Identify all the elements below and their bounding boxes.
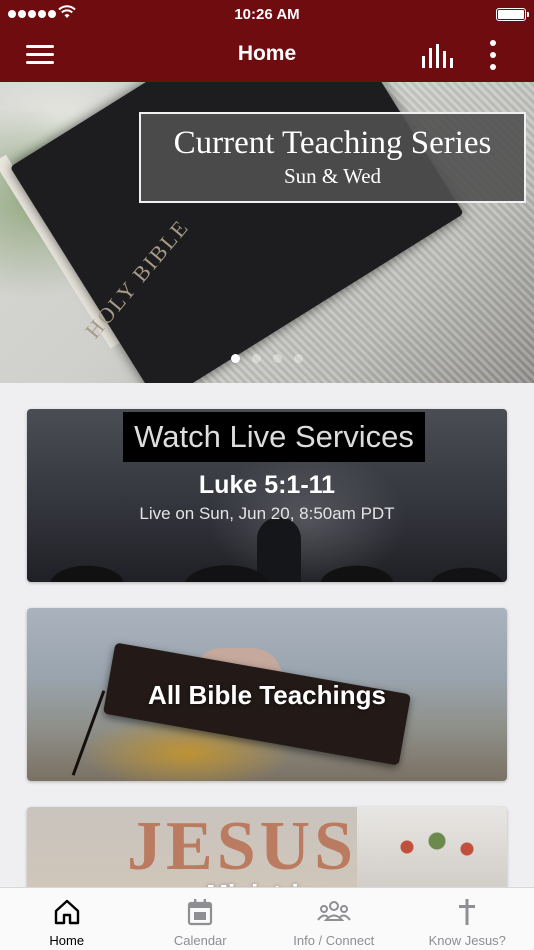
- tab-know-jesus-label: Know Jesus?: [428, 933, 506, 948]
- nav-bar: Home: [0, 28, 534, 82]
- jesus-sign-image: JESUS: [127, 808, 358, 885]
- home-content[interactable]: Watch Live Services Luke 5:1-11 Live on …: [0, 383, 534, 887]
- more-options-icon[interactable]: [480, 40, 506, 70]
- carousel-page-indicator[interactable]: [231, 354, 303, 363]
- tab-know-jesus[interactable]: Know Jesus?: [401, 888, 534, 950]
- live-passage: Luke 5:1-11: [198, 471, 336, 499]
- tab-home-label: Home: [49, 933, 85, 948]
- hero-caption: Current Teaching Series Sun & Wed: [139, 112, 526, 203]
- ministries-card[interactable]: JESUS Ministries: [27, 807, 507, 887]
- carousel-dot-1[interactable]: [231, 354, 240, 363]
- status-bar: 10:26 AM: [0, 0, 534, 28]
- carousel-dot-3[interactable]: [273, 354, 282, 363]
- bible-teachings-title: All Bible Teachings: [148, 680, 386, 710]
- tab-info-connect[interactable]: Info / Connect: [267, 888, 401, 950]
- tab-bar: Home Calendar Info / Connect Know Jesus?: [0, 887, 534, 950]
- people-icon: [316, 901, 351, 921]
- tab-info-connect-label: Info / Connect: [293, 933, 375, 948]
- carousel-dot-4[interactable]: [294, 354, 303, 363]
- watch-live-card[interactable]: Watch Live Services Luke 5:1-11 Live on …: [27, 409, 507, 582]
- audio-bars-icon[interactable]: [420, 42, 454, 70]
- calendar-icon: [188, 899, 213, 926]
- hero-caption-subtitle: Sun & Wed: [283, 164, 382, 188]
- cross-icon: [459, 899, 476, 925]
- live-schedule: Live on Sun, Jun 20, 8:50am PDT: [139, 504, 395, 523]
- status-time: 10:26 AM: [234, 6, 300, 23]
- flowers-image: [387, 827, 497, 867]
- watch-live-title: Watch Live Services: [123, 412, 425, 462]
- tab-calendar-label: Calendar: [173, 933, 227, 948]
- bible-teachings-card[interactable]: All Bible Teachings: [27, 608, 507, 781]
- carousel-dot-2[interactable]: [252, 354, 261, 363]
- tab-calendar[interactable]: Calendar: [134, 888, 268, 950]
- hero-caption-title: Current Teaching Series: [173, 125, 492, 161]
- tab-home[interactable]: Home: [0, 888, 134, 950]
- crowd-silhouette-image: [27, 544, 507, 582]
- ministries-title: Ministries: [27, 879, 507, 887]
- battery-icon: [496, 8, 529, 21]
- home-icon: [54, 899, 79, 925]
- hero-carousel[interactable]: HOLY BIBLE Current Teaching Series Sun &…: [0, 82, 534, 383]
